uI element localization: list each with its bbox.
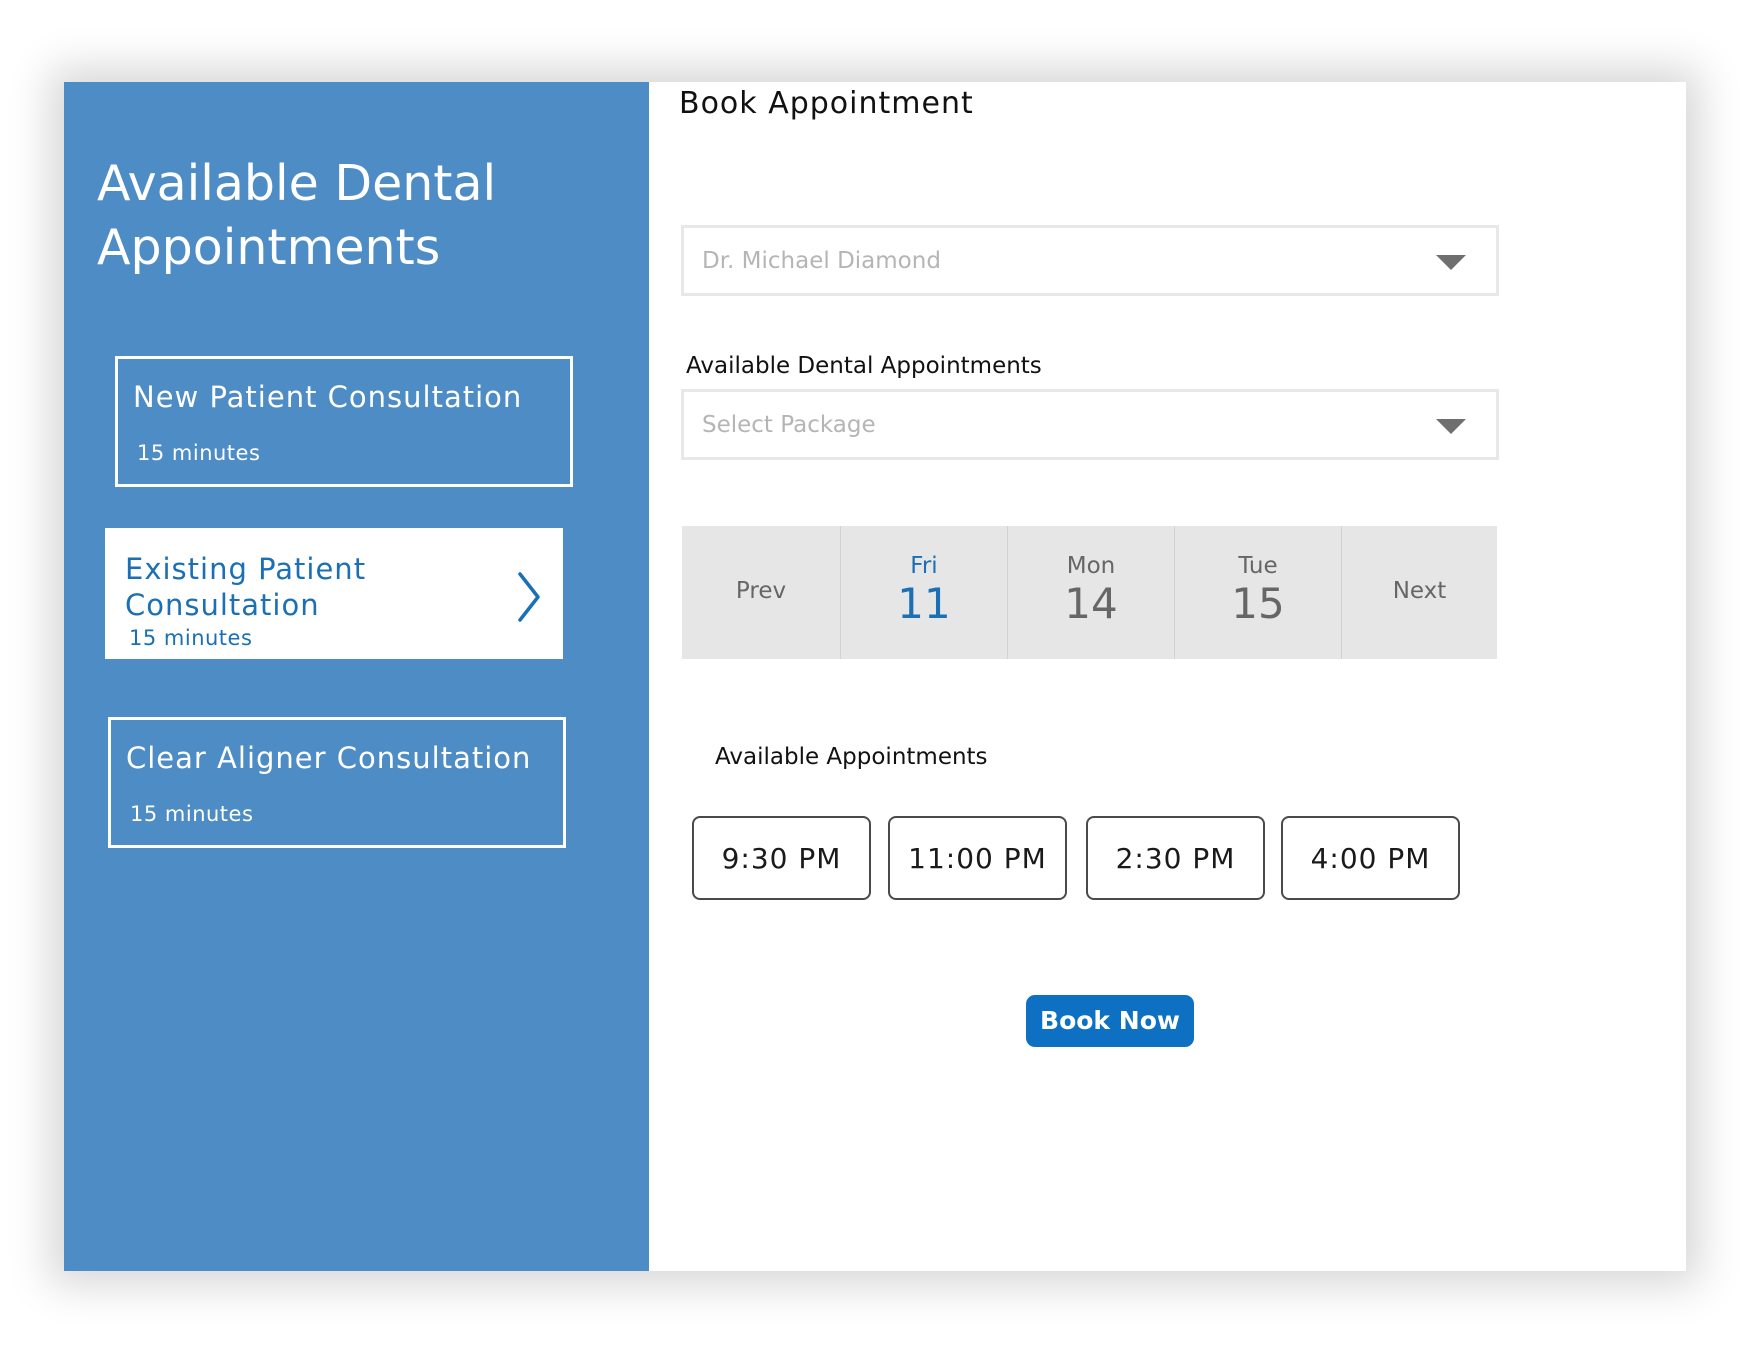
page: Available Dental Appointments New Patien…	[0, 0, 1740, 1363]
date-option-fri-11[interactable]: Fri 11	[841, 526, 1008, 659]
date-next-button[interactable]: Next	[1342, 526, 1497, 659]
date-prev-label: Prev	[735, 578, 787, 604]
package-select[interactable]: Select Package	[681, 389, 1499, 460]
package-name: Clear Aligner Consultation	[126, 741, 532, 775]
booking-title: Book Appointment	[679, 86, 974, 121]
date-day-number: 11	[897, 579, 951, 628]
date-option-mon-14[interactable]: Mon 14	[1008, 526, 1175, 659]
package-item-existing-patient[interactable]: Existing Patient Consultation 15 minutes	[105, 528, 563, 659]
caret-down-icon	[1436, 419, 1466, 434]
caret-down-icon	[1436, 255, 1466, 270]
time-slot-button[interactable]: 2:30 PM	[1086, 816, 1265, 900]
date-weekday: Tue	[1238, 553, 1278, 579]
package-name: Existing Patient Consultation	[125, 552, 367, 622]
package-duration: 15 minutes	[130, 802, 254, 826]
date-weekday: Mon	[1066, 553, 1116, 579]
package-item-new-patient[interactable]: New Patient Consultation 15 minutes	[115, 356, 573, 487]
doctor-select-value: Dr. Michael Diamond	[702, 248, 941, 274]
package-item-clear-aligner[interactable]: Clear Aligner Consultation 15 minutes	[108, 717, 566, 848]
chevron-right-icon	[518, 572, 540, 622]
time-slots-label: Available Appointments	[715, 744, 988, 770]
date-weekday: Fri	[910, 553, 938, 579]
sidebar-title: Available Dental Appointments	[97, 155, 497, 276]
date-option-tue-15[interactable]: Tue 15	[1175, 526, 1342, 659]
book-now-button[interactable]: Book Now	[1026, 995, 1194, 1047]
package-select-placeholder: Select Package	[702, 412, 876, 438]
package-sidebar: Available Dental Appointments New Patien…	[64, 82, 649, 1271]
time-slot-button[interactable]: 9:30 PM	[692, 816, 871, 900]
time-slot-button[interactable]: 4:00 PM	[1281, 816, 1460, 900]
date-day-number: 14	[1064, 579, 1118, 628]
package-duration: 15 minutes	[137, 441, 261, 465]
date-prev-button[interactable]: Prev	[682, 526, 841, 659]
time-slot-button[interactable]: 11:00 PM	[888, 816, 1067, 900]
package-duration: 15 minutes	[129, 626, 253, 650]
package-select-label: Available Dental Appointments	[686, 353, 1042, 379]
doctor-select[interactable]: Dr. Michael Diamond	[681, 225, 1499, 296]
package-name: New Patient Consultation	[133, 380, 523, 414]
date-day-number: 15	[1231, 579, 1285, 628]
date-next-label: Next	[1392, 578, 1447, 604]
date-navigator: Prev Fri 11 Mon 14 Tue 15 Next	[682, 526, 1497, 659]
